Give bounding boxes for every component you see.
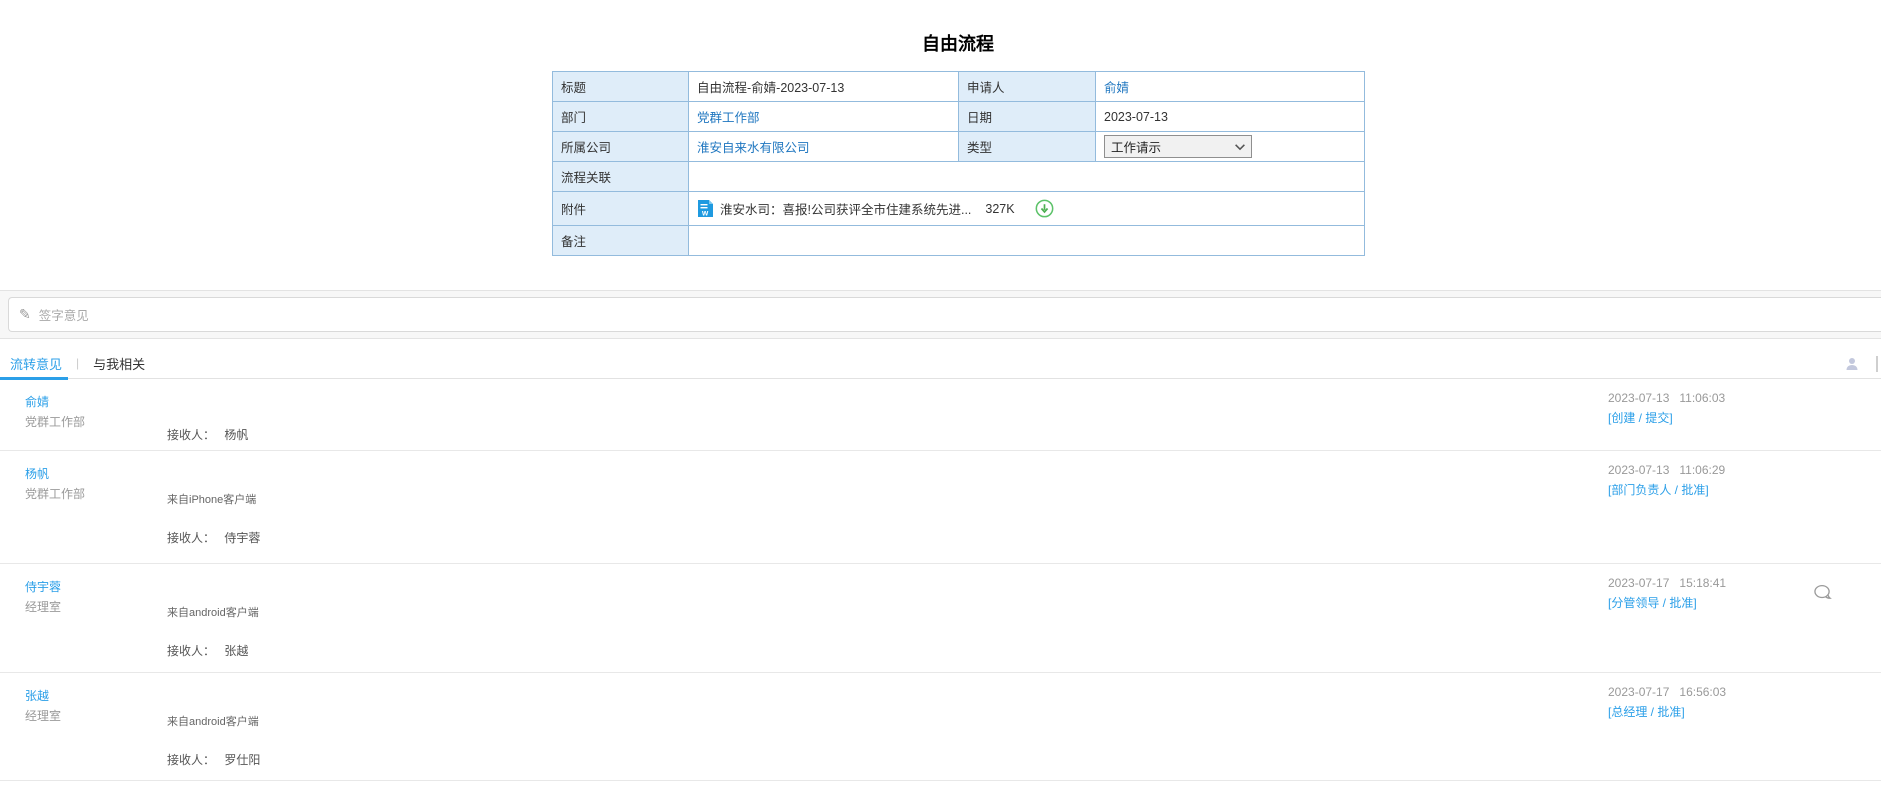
comment-timestamp: 2023-07-1311:06:03 xyxy=(1608,391,1881,405)
comment-source: 来自iPhone客户端 xyxy=(167,491,1608,507)
chat-bubble-icon[interactable] xyxy=(1813,584,1832,601)
comment-receiver: 接收人： 张越 xyxy=(167,642,1608,659)
applicant-label: 申请人 xyxy=(959,72,1096,102)
commenter-name-link[interactable]: 侍宇蓉 xyxy=(25,578,61,595)
comment-timestamp: 2023-07-1715:18:41 xyxy=(1608,576,1881,590)
table-row: 标题 自由流程-俞婧-2023-07-13 申请人 俞婧 xyxy=(553,72,1365,102)
comment-receiver: 接收人： 侍宇蓉 xyxy=(167,529,1608,546)
tab-divider: | xyxy=(76,356,79,370)
sign-opinion-input[interactable]: ✎ 签字意见 xyxy=(8,297,1881,332)
page-title: 自由流程 xyxy=(552,30,1364,56)
comment-timestamp: 2023-07-1716:56:03 xyxy=(1608,685,1881,699)
type-select-value: 工作请示 xyxy=(1111,137,1161,156)
attachment-file-link[interactable]: 淮安水司：喜报!公司获评全市住建系统先进... xyxy=(720,199,971,218)
table-row: 所属公司 淮安自来水有限公司 类型 工作请示 xyxy=(553,132,1365,162)
receiver-label: 接收人： xyxy=(167,428,215,442)
sign-opinion-placeholder: 签字意见 xyxy=(39,305,89,324)
download-circle-icon[interactable] xyxy=(1035,199,1054,218)
receiver-name: 张越 xyxy=(224,644,248,658)
type-select[interactable]: 工作请示 xyxy=(1104,135,1252,158)
commenter-name-link[interactable]: 俞婧 xyxy=(25,393,49,410)
relation-value xyxy=(689,162,1365,192)
receiver-name: 侍宇蓉 xyxy=(224,531,260,545)
receiver-label: 接收人： xyxy=(167,644,215,658)
company-label: 所属公司 xyxy=(553,132,689,162)
relation-label: 流程关联 xyxy=(553,162,689,192)
tab-related-to-me-label: 与我相关 xyxy=(93,354,145,373)
receiver-label: 接收人： xyxy=(167,753,215,767)
applicant-link[interactable]: 俞婧 xyxy=(1104,81,1129,95)
comment-action-link[interactable]: [创建 / 提交] xyxy=(1608,409,1881,426)
process-detail-table: 标题 自由流程-俞婧-2023-07-13 申请人 俞婧 部门 党群工作部 日期… xyxy=(552,71,1365,256)
title-label: 标题 xyxy=(553,72,689,102)
company-link[interactable]: 淮安自来水有限公司 xyxy=(697,141,810,155)
date-label: 日期 xyxy=(959,102,1096,132)
person-icon[interactable] xyxy=(1844,356,1860,372)
right-edge-divider xyxy=(1876,356,1878,372)
type-label: 类型 xyxy=(959,132,1096,162)
dept-link[interactable]: 党群工作部 xyxy=(697,111,760,125)
attachment-label: 附件 xyxy=(553,192,689,226)
tab-flow-comments[interactable]: 流转意见 xyxy=(8,348,64,379)
process-form-section: 自由流程 标题 自由流程-俞婧-2023-07-13 申请人 俞婧 部门 党群工… xyxy=(552,0,1364,256)
list-item: 俞婧 党群工作部 接收人： 杨帆 2023-07-1311:06:03 [创建 … xyxy=(0,379,1881,451)
flow-comments-list: 俞婧 党群工作部 接收人： 杨帆 2023-07-1311:06:03 [创建 … xyxy=(0,379,1881,781)
commenter-dept: 经理室 xyxy=(25,707,167,724)
table-row: 部门 党群工作部 日期 2023-07-13 xyxy=(553,102,1365,132)
commenter-dept: 党群工作部 xyxy=(25,485,167,502)
comment-receiver: 接收人： 罗仕阳 xyxy=(167,751,1608,768)
receiver-label: 接收人： xyxy=(167,531,215,545)
commenter-name-link[interactable]: 杨帆 xyxy=(25,465,49,482)
date-value: 2023-07-13 xyxy=(1096,102,1365,132)
pencil-icon: ✎ xyxy=(19,306,31,323)
comment-source: 来自android客户端 xyxy=(167,713,1608,729)
table-row: 附件 w 淮安水司：喜报!公司获评全市住建系统先进... 327K xyxy=(553,192,1365,226)
list-item: 杨帆 党群工作部 来自iPhone客户端 接收人： 侍宇蓉 2023-07-13… xyxy=(0,451,1881,564)
commenter-dept: 党群工作部 xyxy=(25,413,167,430)
list-item: 张越 经理室 来自android客户端 接收人： 罗仕阳 2023-07-171… xyxy=(0,673,1881,781)
comment-source: 来自android客户端 xyxy=(167,604,1608,620)
remark-value xyxy=(689,226,1365,256)
svg-text:w: w xyxy=(701,209,709,218)
comment-action-link[interactable]: [总经理 / 批准] xyxy=(1608,703,1881,720)
comments-tabs: 流转意见 | 与我相关 xyxy=(0,348,1881,379)
tab-related-to-me[interactable]: 与我相关 xyxy=(91,348,147,379)
tab-flow-comments-label: 流转意见 xyxy=(10,354,62,373)
commenter-dept: 经理室 xyxy=(25,598,167,615)
comment-action-link[interactable]: [分管领导 / 批准] xyxy=(1608,594,1881,611)
comment-action-link[interactable]: [部门负责人 / 批准] xyxy=(1608,481,1881,498)
table-row: 备注 xyxy=(553,226,1365,256)
attachment-size: 327K xyxy=(985,202,1014,216)
chevron-down-icon xyxy=(1233,140,1247,154)
receiver-name: 杨帆 xyxy=(224,428,248,442)
comment-receiver: 接收人： 杨帆 xyxy=(167,426,1608,443)
list-item: 侍宇蓉 经理室 来自android客户端 接收人： 张越 2023-07-171… xyxy=(0,564,1881,673)
remark-label: 备注 xyxy=(553,226,689,256)
dept-label: 部门 xyxy=(553,102,689,132)
sign-opinion-panel: ✎ 签字意见 xyxy=(0,290,1881,339)
comment-timestamp: 2023-07-1311:06:29 xyxy=(1608,463,1881,477)
receiver-name: 罗仕阳 xyxy=(224,753,260,767)
title-value: 自由流程-俞婧-2023-07-13 xyxy=(689,72,959,102)
word-doc-icon: w xyxy=(697,199,714,218)
table-row: 流程关联 xyxy=(553,162,1365,192)
commenter-name-link[interactable]: 张越 xyxy=(25,687,49,704)
